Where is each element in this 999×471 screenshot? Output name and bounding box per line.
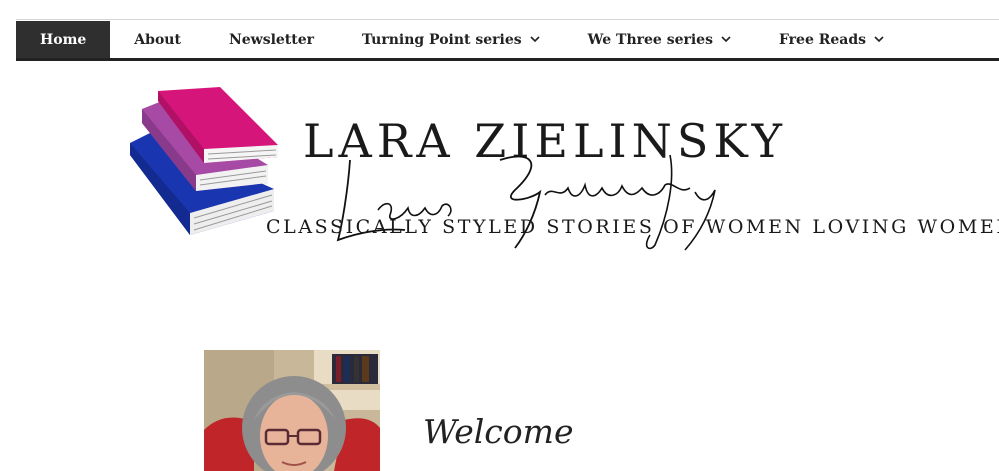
nav-label: About: [134, 31, 181, 48]
nav-label: Home: [40, 31, 87, 48]
nav-home[interactable]: Home: [16, 21, 111, 58]
top-divider: [16, 19, 999, 20]
nav-label: Newsletter: [228, 31, 315, 48]
site-tagline: CLASSICALLY STYLED STORIES OF WOMEN LOVI…: [266, 216, 999, 238]
welcome-heading: Welcome: [423, 412, 574, 451]
site-logo[interactable]: [128, 85, 288, 240]
stacked-books-logo: [130, 87, 278, 235]
nav-free-reads[interactable]: Free Reads: [755, 21, 908, 58]
nav-we-three-series[interactable]: We Three series: [564, 21, 755, 58]
chevron-down-icon: [721, 36, 731, 43]
author-portrait: [204, 350, 380, 471]
nav-label: Turning Point series: [362, 31, 522, 48]
nav-label: We Three series: [587, 31, 713, 48]
nav-label: Free Reads: [778, 31, 867, 48]
nav-about[interactable]: About: [110, 21, 205, 58]
nav-newsletter[interactable]: Newsletter: [205, 21, 338, 58]
main-navigation: Home About Newsletter Turning Point seri…: [16, 21, 999, 61]
chevron-down-icon: [530, 36, 540, 43]
nav-turning-point-series[interactable]: Turning Point series: [338, 21, 564, 58]
chevron-down-icon: [874, 36, 884, 43]
